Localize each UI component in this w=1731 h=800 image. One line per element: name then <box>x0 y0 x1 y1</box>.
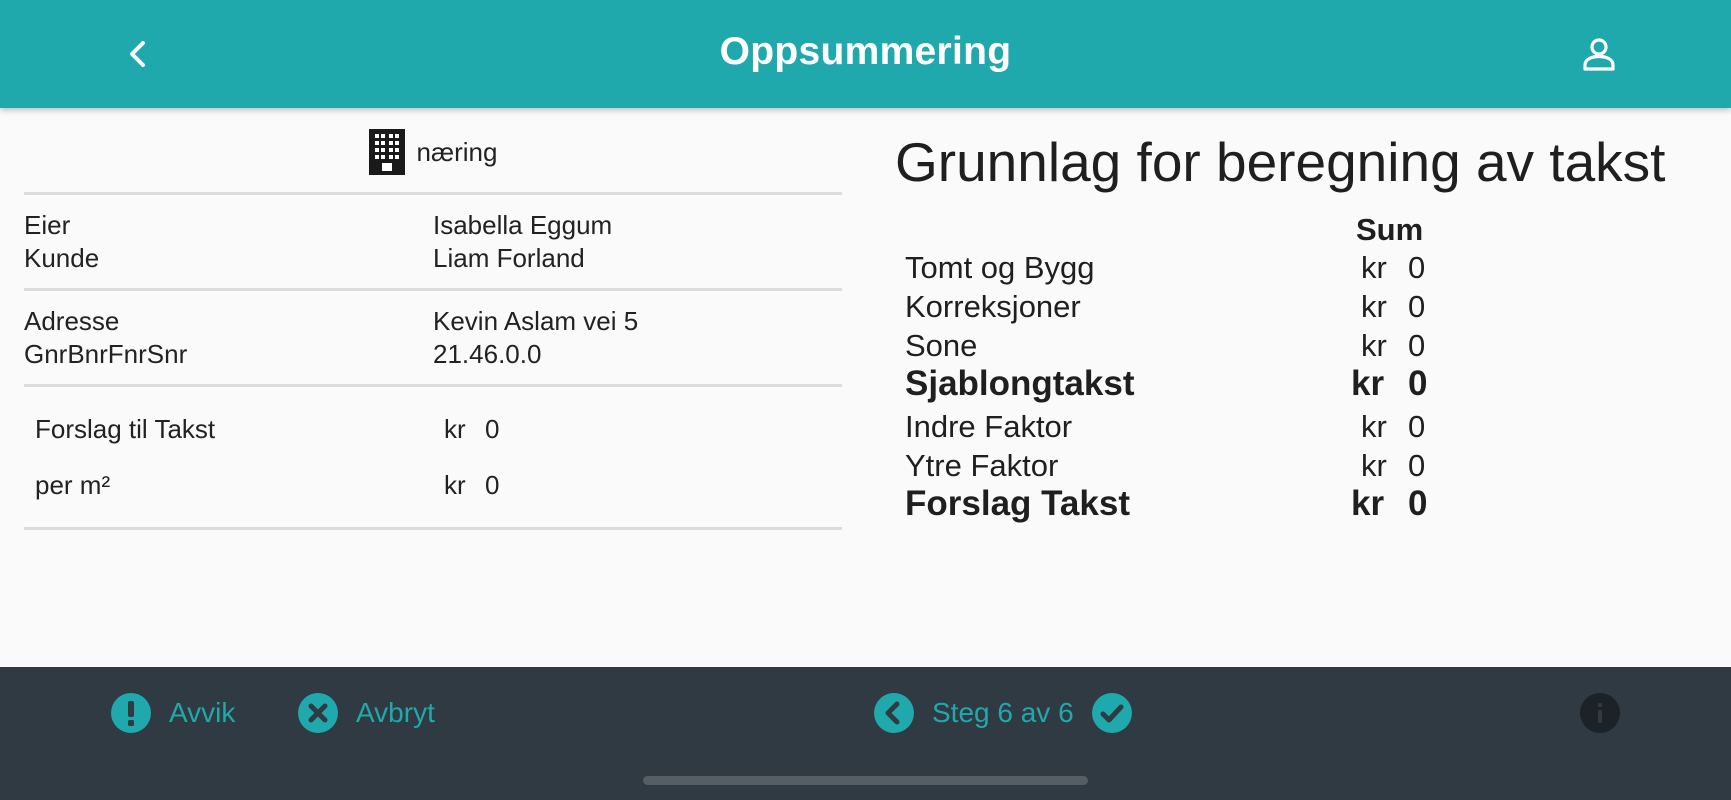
home-indicator <box>643 776 1088 785</box>
step-indicator: Steg 6 av 6 <box>932 697 1074 728</box>
info-icon <box>1598 703 1602 723</box>
calc-row-label: Tomt og Bygg <box>905 250 1095 285</box>
cancel-button[interactable]: Avbryt <box>298 693 435 733</box>
deviation-label: Avvik <box>169 697 236 728</box>
gnr-value: 21.46.0.0 <box>433 339 542 369</box>
calc-row-currency: kr <box>1361 289 1387 324</box>
calc-row-label: Sjablongtakst <box>905 364 1135 403</box>
calc-row: Sone kr 0 <box>905 328 1435 366</box>
sum-column-header: Sum <box>1356 212 1424 247</box>
cancel-label: Avbryt <box>356 697 435 728</box>
divider <box>24 288 842 291</box>
per-m2-label: per m² <box>35 470 111 500</box>
divider <box>24 527 842 530</box>
calc-row-value: 0 <box>1408 484 1428 523</box>
calc-row: Ytre Faktor kr 0 <box>905 448 1435 486</box>
calc-row-value: 0 <box>1408 448 1426 483</box>
calc-row-total: Forslag Takst kr 0 <box>905 484 1435 523</box>
calc-row-label: Forslag Takst <box>905 484 1130 523</box>
calc-row-currency: kr <box>1361 409 1387 444</box>
calc-row-label: Indre Faktor <box>905 409 1073 444</box>
address-label: Adresse <box>24 306 120 336</box>
deviation-button[interactable]: Avvik <box>111 693 235 733</box>
calc-row-value: 0 <box>1408 364 1428 403</box>
info-button[interactable] <box>1580 693 1620 733</box>
page-title: Oppsummering <box>719 30 1012 73</box>
calc-row-currency: kr <box>1351 364 1385 403</box>
owner-value: Isabella Eggum <box>433 210 613 240</box>
customer-value: Liam Forland <box>433 243 585 273</box>
proposal-value: 0 <box>485 414 500 444</box>
check-circle-icon[interactable] <box>1091 693 1132 733</box>
property-type-label: næring <box>416 136 498 167</box>
exclamation-icon <box>111 693 151 733</box>
calc-row-label: Sone <box>905 328 978 363</box>
account-icon <box>1583 38 1615 71</box>
calc-row-currency: kr <box>1361 328 1387 363</box>
account-button[interactable] <box>1573 28 1625 80</box>
calc-row-value: 0 <box>1408 250 1426 285</box>
app-bar: Oppsummering <box>0 0 1731 108</box>
calc-row-total: Sjablongtakst kr 0 <box>905 364 1435 403</box>
step-navigation: Steg 6 av 6 <box>874 693 1132 733</box>
close-circle-icon <box>298 693 338 733</box>
proposal-label: Forslag til Takst <box>35 414 216 444</box>
per-m2-value: 0 <box>485 470 500 500</box>
calc-row-label: Ytre Faktor <box>905 448 1059 483</box>
calc-row-currency: kr <box>1351 484 1385 523</box>
property-type: næring <box>24 129 842 175</box>
gnr-label: GnrBnrFnrSnr <box>24 339 188 369</box>
calc-row-currency: kr <box>1361 250 1387 285</box>
calc-row: Indre Faktor kr 0 <box>905 409 1435 447</box>
calc-row-currency: kr <box>1361 448 1387 483</box>
building-icon <box>368 129 405 175</box>
address-value: Kevin Aslam vei 5 <box>433 306 639 336</box>
previous-step-icon[interactable] <box>874 693 914 733</box>
divider <box>24 384 842 387</box>
owner-label: Eier <box>24 210 71 240</box>
divider <box>24 192 842 195</box>
bottom-toolbar: Avvik Avbryt Steg 6 av 6 <box>0 667 1731 800</box>
calculation-title: Grunnlag for beregning av takst <box>895 131 1666 193</box>
calc-row-value: 0 <box>1408 328 1426 363</box>
calc-row: Korreksjoner kr 0 <box>905 289 1435 327</box>
calc-row-value: 0 <box>1408 409 1426 444</box>
calc-row-value: 0 <box>1408 289 1426 324</box>
customer-label: Kunde <box>24 243 100 273</box>
proposal-currency: kr <box>444 414 466 444</box>
calc-row-label: Korreksjoner <box>905 289 1081 324</box>
calc-row: Tomt og Bygg kr 0 <box>905 250 1435 288</box>
per-m2-currency: kr <box>444 470 466 500</box>
